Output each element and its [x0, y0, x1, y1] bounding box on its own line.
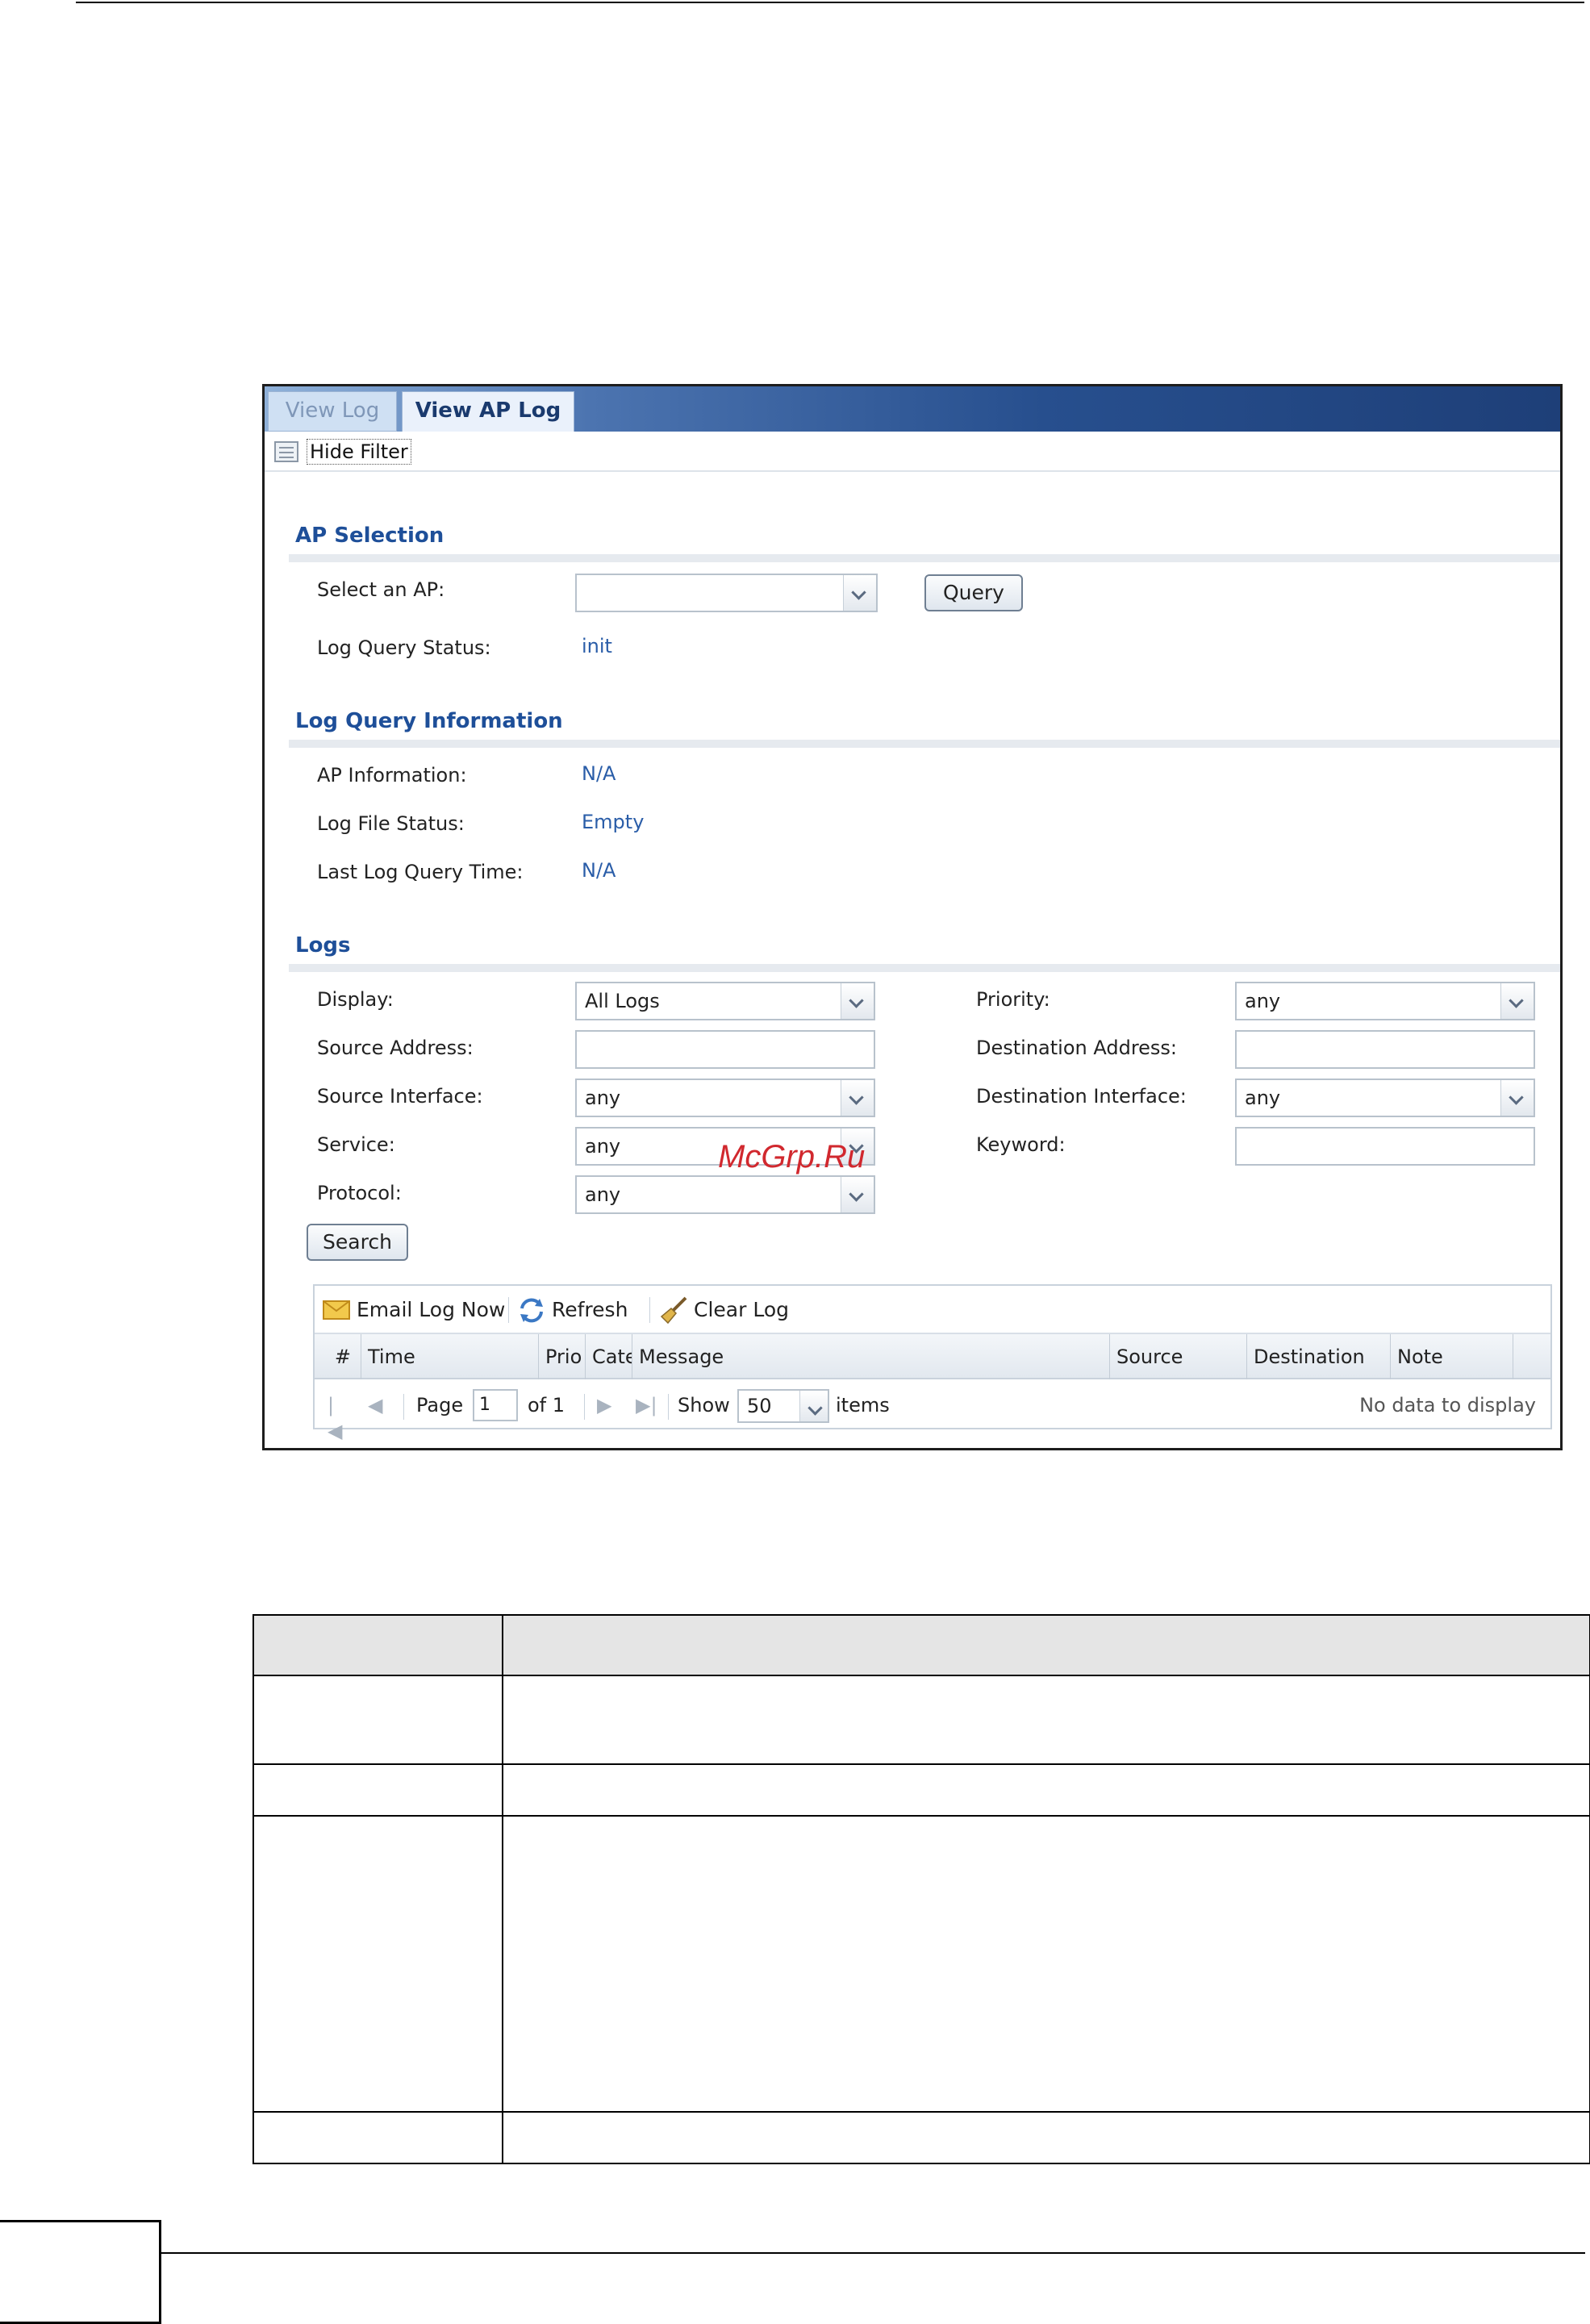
- ap-selection-heading: AP Selection: [295, 524, 444, 548]
- destination-address-input[interactable]: [1235, 1030, 1535, 1069]
- email-log-now-button[interactable]: Email Log Now: [357, 1294, 505, 1326]
- show-label: Show: [678, 1394, 730, 1417]
- pager-separator: [584, 1394, 585, 1420]
- table-header-row: [254, 1616, 1589, 1676]
- chevron-down-icon: [841, 1177, 874, 1212]
- source-address-input[interactable]: [575, 1030, 875, 1069]
- row-divider: [254, 2111, 1589, 2113]
- query-button[interactable]: Query: [924, 574, 1023, 611]
- log-file-status-value: Empty: [582, 811, 645, 833]
- section-divider: [289, 964, 1560, 972]
- select-ap-dropdown[interactable]: [575, 574, 878, 612]
- next-page-icon[interactable]: ▶: [597, 1392, 613, 1418]
- page-number-box: [0, 2220, 161, 2324]
- chevron-down-icon: [841, 983, 874, 1019]
- source-interface-label: Source Interface:: [317, 1085, 483, 1108]
- page-label: Page: [416, 1394, 464, 1417]
- logs-heading: Logs: [295, 933, 351, 958]
- row-divider: [254, 1763, 1589, 1765]
- last-log-query-time-label: Last Log Query Time:: [317, 861, 524, 883]
- display-dropdown[interactable]: All Logs: [575, 982, 875, 1020]
- footer-rule: [161, 2252, 1585, 2254]
- display-label: Display:: [317, 988, 394, 1011]
- ap-information-value: N/A: [582, 762, 616, 785]
- page-number-input[interactable]: 1: [473, 1389, 518, 1421]
- empty-grid-message: No data to display: [1359, 1394, 1536, 1417]
- refresh-icon: [520, 1298, 543, 1323]
- log-file-status-label: Log File Status:: [317, 812, 465, 835]
- log-query-status-value: init: [582, 635, 612, 657]
- toolbar-separator: [649, 1297, 650, 1323]
- page-count-label: of 1: [528, 1394, 565, 1417]
- column-header-destination[interactable]: Destination: [1247, 1334, 1391, 1379]
- row-divider: [254, 1815, 1589, 1817]
- broom-icon: [660, 1296, 687, 1325]
- chevron-down-icon: [841, 1080, 874, 1116]
- log-query-status-label: Log Query Status:: [317, 636, 491, 659]
- first-page-icon[interactable]: |◀: [328, 1392, 344, 1442]
- grid-pager: |◀ ◀ Page 1 of 1 ▶ ▶| Show 50 items No d…: [315, 1381, 1550, 1442]
- screenshot-frame: View Log View AP Log Hide Filter AP Sele…: [262, 384, 1563, 1450]
- chevron-down-icon: [843, 575, 876, 611]
- refresh-button[interactable]: Refresh: [552, 1294, 628, 1326]
- destination-interface-dropdown[interactable]: any: [1235, 1079, 1535, 1117]
- page-size-dropdown[interactable]: 50: [737, 1389, 829, 1423]
- column-header-priority[interactable]: Prio: [539, 1334, 586, 1379]
- protocol-dropdown[interactable]: any: [575, 1175, 875, 1214]
- column-header-source[interactable]: Source: [1110, 1334, 1247, 1379]
- filter-toolbar: Hide Filter: [265, 432, 1560, 472]
- ap-information-label: AP Information:: [317, 764, 467, 786]
- last-page-icon[interactable]: ▶|: [636, 1392, 657, 1418]
- watermark: McGrp.Ru: [718, 1139, 866, 1175]
- pager-separator: [403, 1394, 404, 1420]
- log-grid: Email Log Now Refresh Clear Log # Time P…: [313, 1284, 1552, 1442]
- tab-bar: View Log View AP Log: [265, 386, 1560, 432]
- toolbar-separator: [508, 1297, 509, 1323]
- column-header-time[interactable]: Time: [361, 1334, 539, 1379]
- tab-view-log[interactable]: View Log: [268, 391, 397, 432]
- section-divider: [289, 554, 1560, 562]
- description-table: [252, 1614, 1590, 2164]
- hide-filter-button[interactable]: Hide Filter: [307, 439, 411, 465]
- source-address-label: Source Address:: [317, 1037, 474, 1059]
- column-header-category[interactable]: Cate: [586, 1334, 632, 1379]
- search-button[interactable]: Search: [307, 1224, 408, 1261]
- clear-log-button[interactable]: Clear Log: [694, 1294, 789, 1326]
- pager-separator: [668, 1394, 669, 1420]
- tab-view-ap-log[interactable]: View AP Log: [402, 391, 574, 432]
- source-interface-dropdown[interactable]: any: [575, 1079, 875, 1117]
- keyword-label: Keyword:: [976, 1133, 1066, 1156]
- grid-header: # Time Prio Cate Message Source Destinat…: [315, 1334, 1550, 1379]
- service-label: Service:: [317, 1133, 395, 1156]
- items-label: items: [836, 1394, 890, 1417]
- keyword-input[interactable]: [1235, 1127, 1535, 1166]
- list-icon[interactable]: [274, 441, 298, 462]
- protocol-label: Protocol:: [317, 1182, 402, 1204]
- priority-dropdown[interactable]: any: [1235, 982, 1535, 1020]
- column-header-number[interactable]: #: [315, 1334, 361, 1379]
- select-ap-label: Select an AP:: [317, 578, 445, 601]
- column-header-note[interactable]: Note: [1391, 1334, 1513, 1379]
- log-query-information-heading: Log Query Information: [295, 709, 563, 733]
- destination-address-label: Destination Address:: [976, 1037, 1178, 1059]
- header-rule: [76, 2, 1584, 3]
- column-header-message[interactable]: Message: [632, 1334, 1110, 1379]
- grid-toolbar: Email Log Now Refresh Clear Log: [315, 1286, 1550, 1334]
- email-icon: [323, 1300, 350, 1320]
- previous-page-icon[interactable]: ◀: [368, 1392, 384, 1418]
- section-divider: [289, 740, 1560, 748]
- priority-label: Priority:: [976, 988, 1050, 1011]
- column-divider: [502, 1616, 503, 2163]
- chevron-down-icon: [1500, 1080, 1534, 1116]
- destination-interface-label: Destination Interface:: [976, 1085, 1187, 1108]
- chevron-down-icon: [799, 1391, 828, 1421]
- chevron-down-icon: [1500, 983, 1534, 1019]
- last-log-query-time-value: N/A: [582, 859, 616, 882]
